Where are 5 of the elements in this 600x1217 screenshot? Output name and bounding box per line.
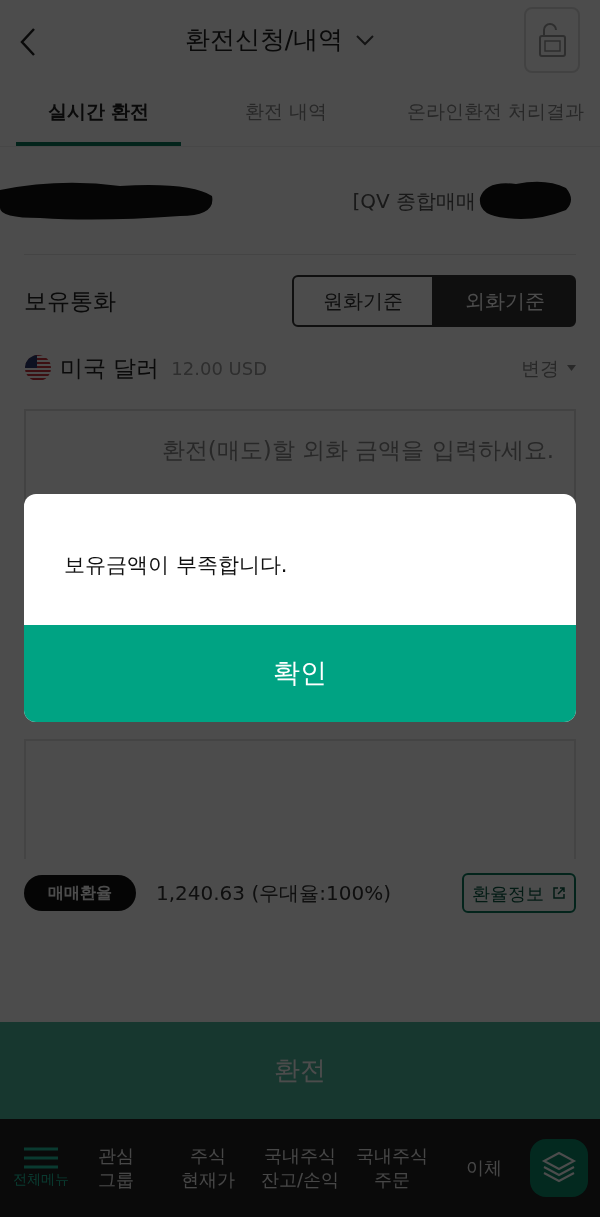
section-label: 보유통화: [24, 286, 116, 316]
currency-name: 미국 달러: [60, 353, 160, 383]
confirm-button[interactable]: 확인: [24, 625, 576, 722]
alert-message: 보유금액이 부족합니다.: [64, 553, 288, 577]
rate-value: 1,240.63 (우대율:100%): [156, 880, 391, 907]
